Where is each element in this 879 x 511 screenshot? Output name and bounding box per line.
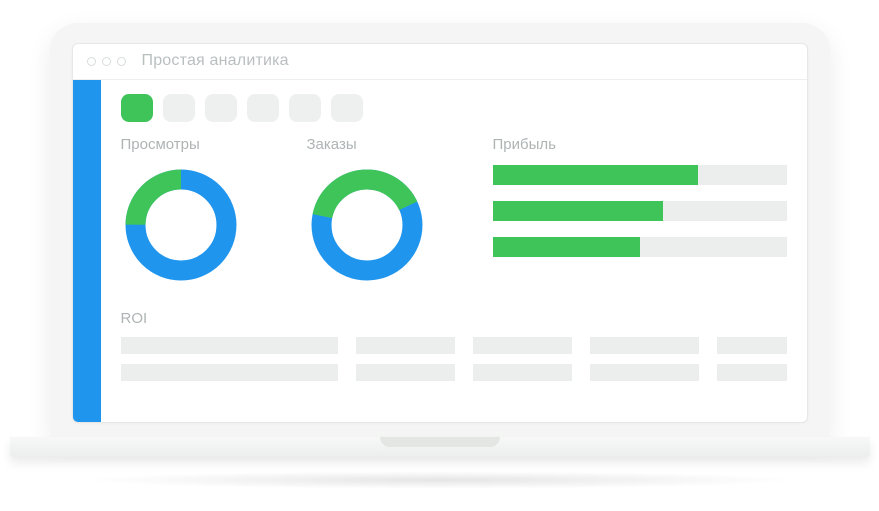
roi-cell [717, 364, 786, 381]
roi-label: ROI [121, 310, 787, 327]
profit-label: Прибыль [493, 136, 787, 153]
profit-bar-2 [493, 201, 787, 221]
profit-widget: Прибыль [493, 136, 787, 290]
orders-label: Заказы [307, 136, 457, 153]
window-title: Простая аналитика [142, 52, 289, 70]
maximize-icon[interactable] [117, 57, 126, 66]
close-icon[interactable] [87, 57, 96, 66]
roi-cell [356, 337, 455, 354]
laptop-base [10, 437, 870, 457]
widgets-row: Просмотры Заказы [121, 136, 787, 290]
views-donut-chart [121, 165, 241, 285]
tab-5[interactable] [289, 94, 321, 122]
roi-cell [473, 337, 572, 354]
app-window: Простая аналитика Просмотры [72, 43, 808, 423]
tab-6[interactable] [331, 94, 363, 122]
roi-cell [121, 337, 339, 354]
roi-widget: ROI [121, 310, 787, 381]
tab-3[interactable] [205, 94, 237, 122]
window-controls [87, 57, 126, 66]
roi-cell [590, 337, 699, 354]
roi-cell [356, 364, 455, 381]
orders-donut-chart [307, 165, 427, 285]
tab-1[interactable] [121, 94, 153, 122]
tab-4[interactable] [247, 94, 279, 122]
main-panel: Просмотры Заказы [101, 80, 807, 422]
laptop-mockup: Простая аналитика Просмотры [50, 23, 830, 489]
window-body: Просмотры Заказы [73, 80, 807, 422]
roi-cell [590, 364, 699, 381]
profit-bar-1 [493, 165, 787, 185]
views-widget: Просмотры [121, 136, 271, 290]
screen-bezel: Простая аналитика Просмотры [50, 23, 830, 437]
sidebar [73, 80, 101, 422]
roi-table [121, 337, 787, 381]
table-row [121, 337, 787, 354]
roi-cell [473, 364, 572, 381]
profit-bar-3 [493, 237, 787, 257]
profit-bars [493, 165, 787, 257]
titlebar: Простая аналитика [73, 44, 807, 80]
roi-cell [717, 337, 786, 354]
orders-widget: Заказы [307, 136, 457, 290]
laptop-shadow [80, 471, 800, 489]
minimize-icon[interactable] [102, 57, 111, 66]
table-row [121, 364, 787, 381]
tab-2[interactable] [163, 94, 195, 122]
views-label: Просмотры [121, 136, 271, 153]
tab-strip [121, 94, 787, 122]
roi-cell [121, 364, 339, 381]
